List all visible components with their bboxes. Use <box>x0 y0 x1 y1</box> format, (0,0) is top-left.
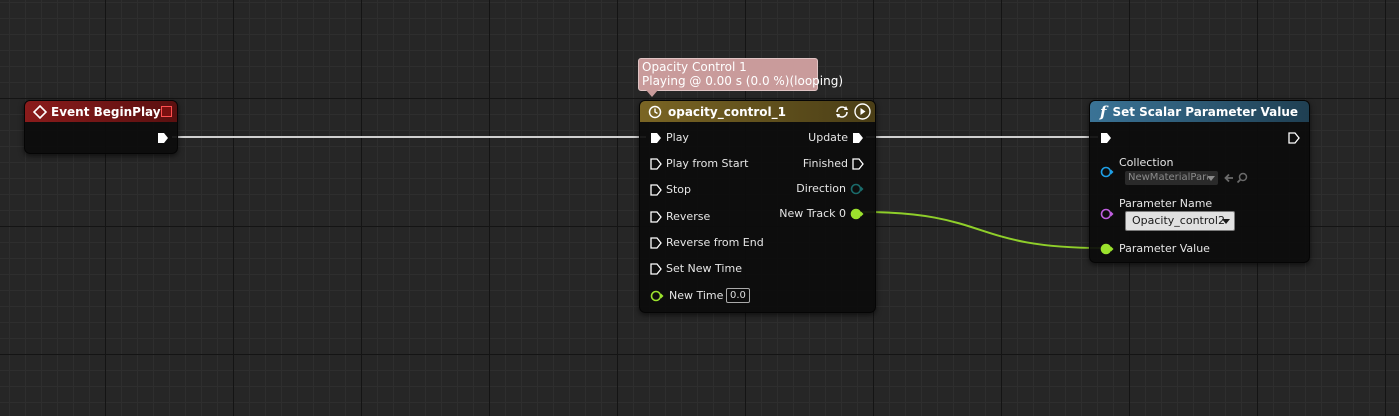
reverse-exec-pin[interactable] <box>650 211 662 223</box>
collection-label: Collection <box>1119 156 1174 169</box>
exec-out-pin[interactable] <box>1288 132 1300 144</box>
event-node-header[interactable]: Event BeginPlay <box>25 101 177 122</box>
set-scalar-parameter-node[interactable]: f Set Scalar Parameter Value Collection … <box>1089 100 1310 263</box>
clock-icon <box>648 105 662 118</box>
update-label: Update <box>808 131 848 144</box>
direction-enum-pin[interactable] <box>850 183 864 195</box>
event-diamond-icon <box>33 104 47 119</box>
play-from-start-exec-pin[interactable] <box>650 158 662 170</box>
collection-value: NewMaterialPara <box>1128 172 1208 183</box>
parameter-value-label: Parameter Value <box>1119 242 1210 255</box>
float-wire-track-to-value[interactable] <box>861 211 1103 249</box>
new-time-float-pin[interactable] <box>650 290 664 302</box>
tooltip-title: Opacity Control 1 <box>642 60 747 74</box>
parameter-name-dropdown[interactable]: Opacity_control2 <box>1125 211 1235 231</box>
event-node-title: Event BeginPlay <box>51 104 161 119</box>
new-track-0-label: New Track 0 <box>779 207 846 220</box>
delegate-pin-icon[interactable] <box>161 106 172 117</box>
timeline-tooltip: Opacity Control 1 Playing @ 0.00 s (0.0 … <box>638 58 843 97</box>
set-new-time-exec-pin[interactable] <box>650 263 662 275</box>
direction-label: Direction <box>796 182 846 195</box>
use-selected-arrow-icon[interactable] <box>1223 172 1235 184</box>
play-exec-pin[interactable] <box>650 132 662 144</box>
tooltip-status: Playing @ 0.00 s (0.0 %)(looping) <box>642 74 844 88</box>
reverse-from-end-exec-pin[interactable] <box>650 237 662 249</box>
timeline-node[interactable]: opacity_control_1 Play Play from Start S… <box>639 100 876 313</box>
reverse-label: Reverse <box>666 210 711 223</box>
stop-label: Stop <box>666 183 692 196</box>
play-from-start-label: Play from Start <box>666 157 749 170</box>
stop-exec-pin[interactable] <box>650 184 662 196</box>
loop-icon[interactable] <box>834 104 850 120</box>
collection-dropdown[interactable]: NewMaterialPara <box>1125 171 1218 185</box>
autoplay-icon[interactable] <box>854 103 871 120</box>
timeline-node-header[interactable]: opacity_control_1 <box>640 101 875 122</box>
finished-exec-pin[interactable] <box>852 158 864 170</box>
function-icon: f <box>1100 102 1107 121</box>
parameter-value-float-pin[interactable] <box>1100 243 1114 255</box>
browse-search-icon[interactable] <box>1236 172 1248 184</box>
chevron-down-icon <box>1207 176 1215 181</box>
chevron-down-icon <box>1222 219 1230 224</box>
play-label: Play <box>666 131 689 144</box>
event-beginplay-node[interactable]: Event BeginPlay <box>24 100 178 154</box>
exec-out-pin[interactable] <box>157 132 169 144</box>
collection-object-pin[interactable] <box>1100 166 1114 178</box>
reverse-from-end-label: Reverse from End <box>666 236 764 249</box>
exec-in-pin[interactable] <box>1100 132 1112 144</box>
new-time-input[interactable]: 0.0 <box>726 288 750 303</box>
finished-label: Finished <box>802 157 848 170</box>
timeline-node-title: opacity_control_1 <box>668 104 786 119</box>
function-node-header[interactable]: f Set Scalar Parameter Value <box>1090 101 1309 122</box>
set-new-time-label: Set New Time <box>666 262 742 275</box>
function-node-title: Set Scalar Parameter Value <box>1112 104 1299 119</box>
tooltip-pointer <box>646 90 658 97</box>
update-exec-pin[interactable] <box>852 132 864 144</box>
parameter-name-pin[interactable] <box>1100 208 1114 220</box>
new-track-0-float-pin[interactable] <box>850 208 864 220</box>
parameter-name-label: Parameter Name <box>1119 197 1213 210</box>
new-time-label: New Time <box>669 289 724 302</box>
parameter-name-value: Opacity_control2 <box>1132 214 1225 227</box>
